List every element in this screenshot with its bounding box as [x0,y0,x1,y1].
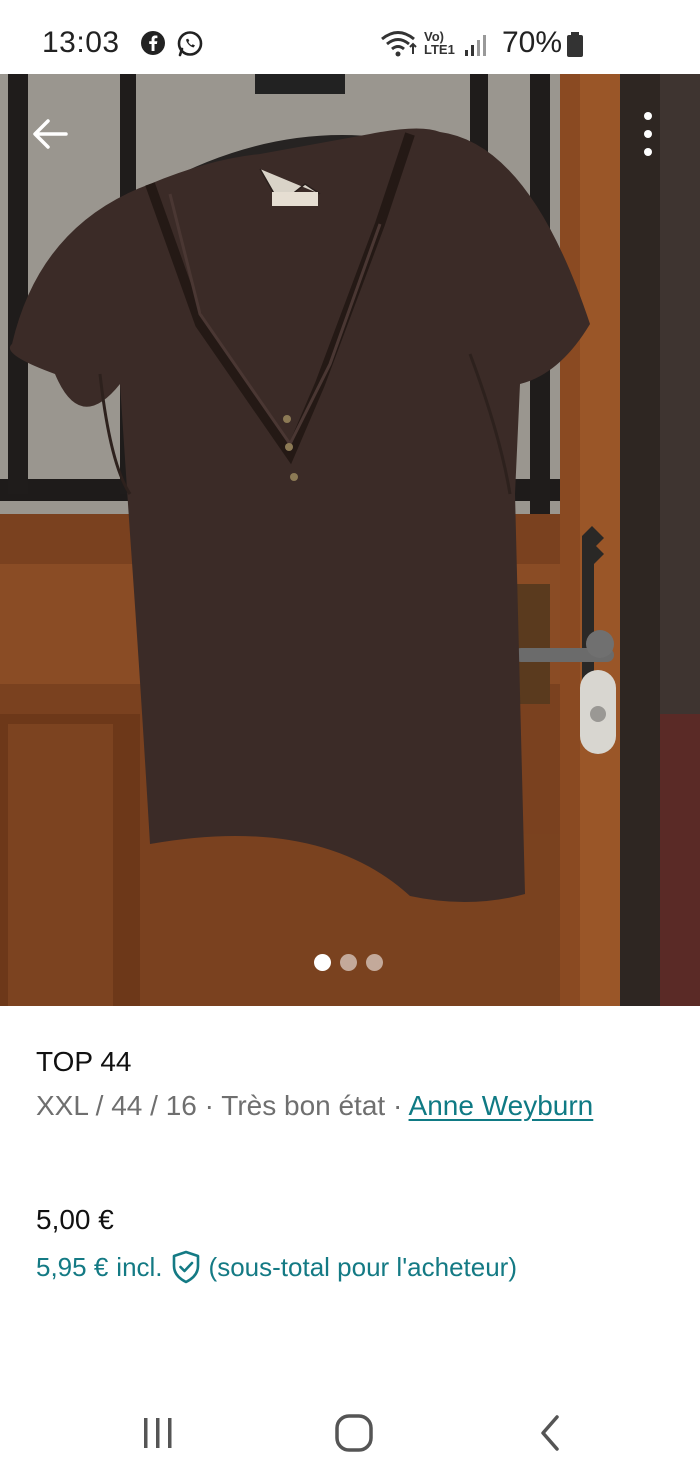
whatsapp-icon [177,31,203,57]
battery-level: 70% [502,26,563,59]
item-details: TOP 44 XXL / 44 / 16 · Très bon état · A… [36,1040,666,1126]
incl-note: (sous-total pour l'acheteur) [208,1251,517,1282]
recent-apps-button[interactable] [128,1408,188,1458]
pager-dot[interactable] [314,954,331,971]
item-condition: Très bon état [221,1090,386,1121]
shield-check-icon [172,1250,199,1284]
item-title: TOP 44 [36,1046,132,1077]
home-button[interactable] [324,1408,384,1458]
meta-separator: · [196,1090,222,1121]
item-brand-link[interactable]: Anne Weyburn [409,1090,594,1121]
status-bar: 13:03 Vo) LTE1 70% [0,0,700,74]
item-photo-gallery[interactable] [0,74,700,1006]
gallery-pager [314,954,383,971]
status-time: 13:03 [42,26,120,59]
item-meta: XXL / 44 / 16 · Très bon état · Anne Wey… [36,1086,666,1126]
buyer-protection-price[interactable]: 5,95 € incl. (sous-total pour l'acheteur… [36,1250,517,1284]
system-nav-bar [0,1388,700,1478]
price-incl-value: 5,95 € [36,1251,109,1282]
incl-label: incl. [116,1251,163,1282]
network-label: Vo) LTE1 [424,29,455,57]
pager-dot[interactable] [366,954,383,971]
recent-apps-icon [144,1418,172,1448]
chevron-left-icon [541,1415,559,1451]
item-size: XXL / 44 / 16 [36,1090,197,1121]
item-price: 5,00 € [36,1204,114,1235]
pager-dot[interactable] [340,954,357,971]
wifi-icon [381,31,417,57]
meta-separator: · [385,1090,409,1121]
back-button[interactable] [28,112,72,156]
home-icon [335,1414,373,1452]
battery-icon [567,32,583,57]
facebook-icon [141,31,165,55]
system-back-button[interactable] [520,1408,580,1458]
item-photo [0,74,700,1006]
more-options-icon[interactable] [630,108,666,160]
signal-icon [465,35,486,56]
status-app-icons [140,30,204,58]
